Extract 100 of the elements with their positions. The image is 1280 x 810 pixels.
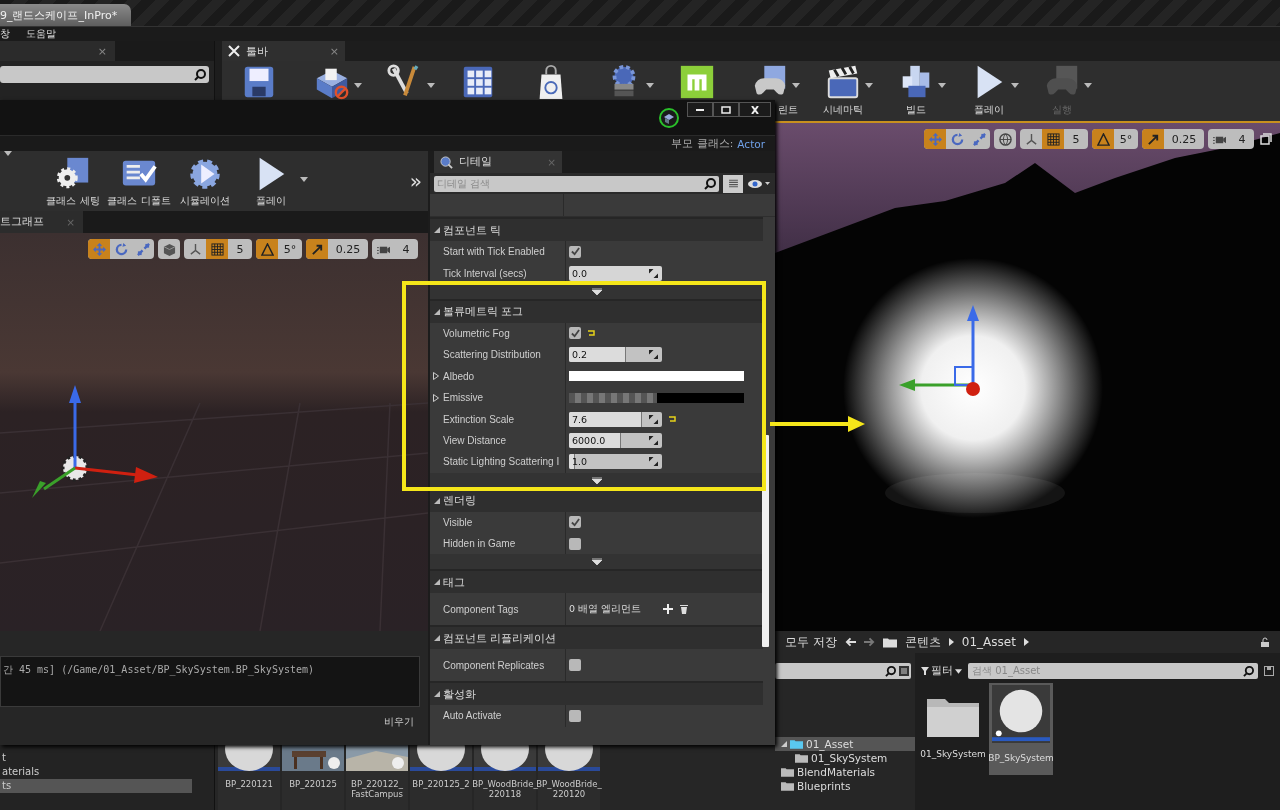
category-title: 컴포넌트 틱 (443, 222, 502, 238)
close-button[interactable]: × (329, 44, 339, 58)
view-options-button[interactable] (723, 174, 743, 193)
search-field[interactable] (0, 66, 209, 83)
expand-arrow-icon[interactable] (433, 372, 439, 381)
plus-icon[interactable] (663, 604, 673, 615)
tree-item[interactable]: aterials (0, 765, 192, 779)
log-output: 간 45 ms] (/Game/01_Asset/BP_SkySystem.BP_SkySystem) (0, 656, 420, 707)
chevron-right-icon[interactable] (948, 638, 954, 646)
folder-tree-item[interactable]: Blueprints (775, 779, 915, 793)
details-tab[interactable]: 디테일 × (434, 151, 562, 173)
menu-item[interactable]: 도움말 (26, 27, 56, 41)
toolbar-button[interactable]: 클래스 디폴트 (106, 151, 172, 211)
checkbox[interactable] (569, 537, 581, 550)
maximize-icon[interactable] (1260, 133, 1272, 145)
tree-item[interactable]: t (0, 751, 192, 765)
list-icon[interactable] (899, 666, 909, 676)
document-tab[interactable]: 9_랜드스케이프_InPro* (0, 4, 132, 26)
category-header[interactable]: 컴포넌트 틱 (430, 217, 763, 241)
move-icon (92, 242, 106, 256)
property-label: Start with Tick Enabled (443, 246, 545, 258)
forward-arrow-icon[interactable] (863, 637, 875, 647)
chevron-right-icon[interactable] (1023, 638, 1029, 646)
number-field[interactable]: 0.2 (569, 347, 662, 363)
scale-snap-button[interactable] (1142, 129, 1164, 149)
collapse-triangle-icon[interactable] (434, 579, 440, 586)
number-field[interactable]: 0.0 (569, 265, 662, 281)
search-field[interactable] (775, 663, 911, 679)
graph-tab[interactable]: 트그래프 × (0, 211, 83, 233)
toolbar-button[interactable]: 린트 (733, 61, 806, 121)
collapse-triangle-icon[interactable] (434, 497, 440, 504)
menu-item[interactable]: 창 (0, 27, 10, 41)
funnel-icon (921, 667, 929, 675)
color-swatch[interactable] (569, 392, 744, 403)
maximize-button[interactable] (713, 102, 739, 117)
toolbar-tab[interactable]: 툴바 × (222, 41, 345, 61)
checkbox[interactable] (569, 516, 581, 529)
toolbar-button[interactable]: 시뮬레이션 (172, 151, 238, 211)
category-header[interactable]: 볼류메트릭 포그 (430, 298, 763, 323)
close-button[interactable]: × (97, 44, 107, 58)
toolbar-button[interactable]: 빌드 (879, 61, 952, 121)
checkbox[interactable] (569, 327, 581, 340)
checkbox[interactable] (569, 245, 581, 258)
advanced-expander[interactable] (430, 472, 763, 488)
grid-snap-button[interactable] (206, 239, 228, 259)
lock-icon[interactable] (1260, 637, 1270, 647)
eye-icon[interactable] (747, 177, 771, 190)
category-header[interactable]: 컴포넌트 리플리케이션 (430, 625, 763, 650)
category-header[interactable]: 태그 (430, 569, 763, 594)
toolbar-button[interactable]: 플레이 (238, 151, 304, 211)
expand-triangle-icon[interactable] (781, 741, 787, 747)
scale-snap-button[interactable] (306, 239, 328, 259)
color-swatch[interactable] (569, 371, 744, 382)
angle-snap-button[interactable] (1092, 129, 1114, 149)
grid-snap-button[interactable] (1042, 129, 1064, 149)
asset-tile[interactable]: BP_WoodBride_ 220118 (474, 743, 536, 810)
parent-class-link[interactable]: Actor (737, 137, 765, 150)
asset-tile[interactable]: BP_220121 (218, 743, 280, 810)
folder-tree-item[interactable]: 01_Asset (775, 737, 915, 751)
asset-tile[interactable]: BP_SkySystem (989, 683, 1053, 775)
asset-tile[interactable]: BP_WoodBride_ 220120 (538, 743, 600, 810)
number-field[interactable]: 7.6 (569, 411, 662, 427)
back-arrow-icon[interactable] (844, 637, 856, 647)
property-label: Extinction Scale (443, 413, 515, 425)
save-all-button[interactable]: 모두 저장 (785, 633, 837, 651)
collapse-triangle-icon[interactable] (434, 635, 440, 642)
asset-tile[interactable]: BP_220125_2 (410, 743, 472, 810)
overflow-button[interactable]: » (409, 169, 422, 193)
asset-tile[interactable]: BP_220125 (282, 743, 344, 810)
checkbox[interactable] (569, 659, 581, 672)
trash-icon[interactable] (679, 604, 689, 615)
category-header[interactable]: 활성화 (430, 681, 763, 706)
tree-item[interactable]: ts (0, 779, 192, 793)
filter-dropdown[interactable]: 필터 (921, 664, 962, 678)
number-field[interactable]: 6000.0 (569, 432, 662, 448)
toolbar-button[interactable]: 플레이 (952, 61, 1025, 121)
toolbar-button[interactable]: 시네마틱 (806, 61, 879, 121)
close-icon (750, 105, 760, 114)
expand-arrow-icon[interactable] (433, 393, 439, 402)
breadcrumb-link[interactable]: 01_Asset (961, 635, 1016, 649)
clear-button[interactable]: 비우기 (384, 715, 414, 729)
toolbar-button[interactable]: 클래스 세팅 (40, 151, 106, 211)
angle-snap-button[interactable] (256, 239, 278, 259)
collapse-triangle-icon[interactable] (434, 227, 440, 233)
close-button[interactable] (739, 102, 771, 117)
folder-tree-item[interactable]: 01_SkySystem (775, 751, 915, 765)
checkbox[interactable] (569, 710, 581, 722)
asset-tile[interactable]: 01_SkySystem (921, 683, 985, 775)
minimize-button[interactable] (687, 102, 713, 117)
scrollbar[interactable] (762, 435, 769, 647)
collapse-triangle-icon[interactable] (434, 308, 440, 315)
chevron-down-icon (591, 476, 602, 484)
resize-arrows-icon (649, 268, 658, 278)
collapse-triangle-icon[interactable] (434, 691, 440, 698)
asset-tile[interactable]: BP_220122_ FastCampus (346, 743, 408, 810)
save-icon[interactable] (1264, 666, 1274, 676)
folder-tree-item[interactable]: BlendMaterials (775, 765, 915, 779)
breadcrumb-link[interactable]: 콘텐츠 (904, 633, 941, 651)
number-field[interactable]: 1.0 (569, 454, 662, 470)
transform-gizmo-drawing[interactable] (897, 303, 981, 399)
